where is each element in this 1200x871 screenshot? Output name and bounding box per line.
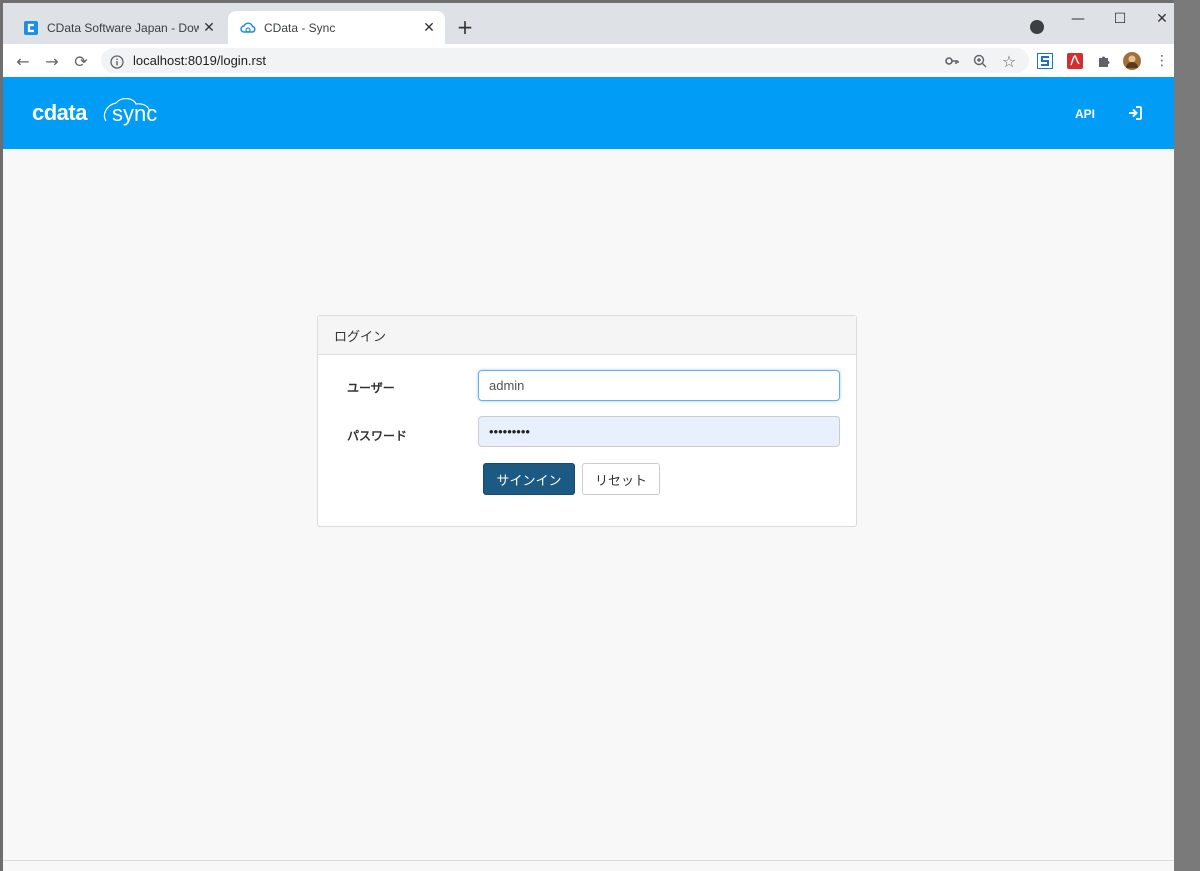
tab-cdata-sync[interactable]: CData - Sync ✕ [228,11,445,44]
reset-button[interactable]: リセット [582,463,660,495]
password-label: パスワード [347,429,408,443]
close-window-icon[interactable]: ✕ [1142,7,1174,31]
sign-in-button[interactable]: サインイン [483,463,575,495]
forward-arrow-icon[interactable]: → [41,50,63,72]
browser-window: CData Software Japan - Downloa ✕ CData -… [3,3,1174,871]
new-tab-button[interactable]: + [454,17,476,39]
login-panel: ログイン ユーザー admin パスワード ••••••••• サインイン リセ… [317,315,857,527]
close-tab-icon[interactable]: ✕ [419,18,439,38]
bookmark-star-icon[interactable]: ☆ [1000,52,1018,71]
user-label: ユーザー [347,381,395,395]
tab-cdata-download[interactable]: CData Software Japan - Downloa ✕ [11,11,225,44]
close-tab-icon[interactable]: ✕ [199,18,219,38]
tab-title: CData - Sync [264,20,336,35]
cdata-sync-logo[interactable]: cdata sync [32,95,167,133]
address-bar[interactable]: localhost:8019/login.rst [101,48,1029,73]
api-link[interactable]: API [1075,107,1095,121]
tab-strip: CData Software Japan - Downloa ✕ CData -… [3,3,1174,44]
pdf-extension-icon[interactable] [1066,52,1084,70]
tab-title: CData Software Japan - Downloa [47,20,199,35]
profile-avatar[interactable] [1123,52,1141,70]
minimize-icon[interactable]: — [1058,7,1098,31]
info-icon[interactable] [110,54,124,69]
cloud-sync-favicon-icon [240,20,256,36]
footer-divider [3,860,1174,861]
chrome-media-icon[interactable] [1030,20,1044,34]
key-icon[interactable] [943,52,961,70]
window-frame [1174,0,1200,871]
puzzle-extension-icon[interactable] [1095,52,1113,70]
menu-dots-icon[interactable]: ⋮ [1153,52,1171,70]
zoom-icon[interactable] [971,52,989,70]
url-text: localhost:8019/login.rst [133,53,266,68]
s-extension-icon[interactable] [1036,52,1054,70]
maximize-icon[interactable]: ☐ [1100,7,1140,31]
back-arrow-icon[interactable]: ← [12,50,34,72]
login-panel-title: ログイン [318,316,856,355]
svg-text:cdata: cdata [32,100,88,125]
app-header: cdata sync API [3,77,1174,149]
user-input[interactable]: admin [478,370,840,401]
browser-toolbar: ← → ⟳ localhost:8019/login.rst ☆ ⋮ [3,44,1174,78]
reload-icon[interactable]: ⟳ [70,50,92,72]
sign-in-icon[interactable] [1128,105,1144,121]
svg-text:sync: sync [112,101,157,126]
cdata-favicon-icon [23,20,39,36]
password-input[interactable]: ••••••••• [478,416,840,447]
